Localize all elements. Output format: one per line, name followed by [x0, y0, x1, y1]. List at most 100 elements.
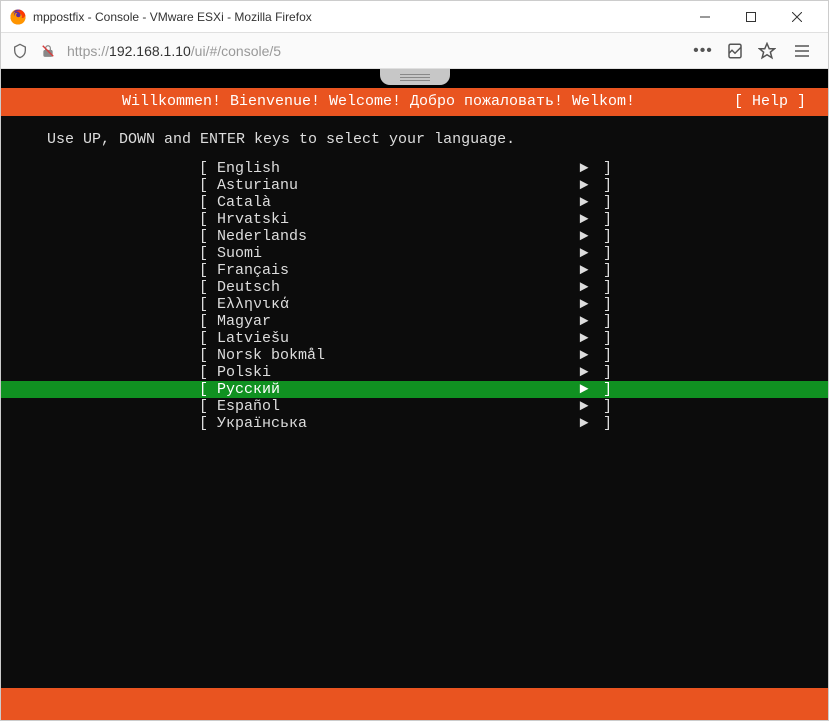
- bracket-right: ]: [594, 416, 612, 432]
- language-option[interactable]: [Українська►]: [1, 415, 828, 432]
- bracket-right: ]: [594, 314, 612, 330]
- bracket-right: ]: [594, 365, 612, 381]
- submenu-arrow-icon: ►: [574, 399, 594, 415]
- submenu-arrow-icon: ►: [574, 229, 594, 245]
- lock-icon[interactable]: [39, 42, 57, 60]
- language-name: Asturianu: [217, 178, 574, 194]
- language-name: English: [217, 161, 574, 177]
- console-viewport[interactable]: Willkommen! Bienvenue! Welcome! Добро по…: [1, 69, 828, 720]
- bracket-left: [: [199, 314, 217, 330]
- bracket-left: [: [199, 229, 217, 245]
- language-option[interactable]: [Hrvatski►]: [1, 211, 828, 228]
- language-name: Українська: [217, 416, 574, 432]
- language-option[interactable]: [Magyar►]: [1, 313, 828, 330]
- menu-button[interactable]: [786, 35, 818, 67]
- bracket-left: [: [199, 212, 217, 228]
- language-option[interactable]: [Русский►]: [1, 381, 828, 398]
- address-bar-actions: •••: [694, 42, 776, 60]
- language-option[interactable]: [Català►]: [1, 194, 828, 211]
- language-name: Ελληνικά: [217, 297, 574, 313]
- submenu-arrow-icon: ►: [574, 212, 594, 228]
- terminal: Willkommen! Bienvenue! Welcome! Добро по…: [1, 69, 828, 720]
- bookmark-star-icon[interactable]: [758, 42, 776, 60]
- language-option[interactable]: [Polski►]: [1, 364, 828, 381]
- language-option[interactable]: [Latviešu►]: [1, 330, 828, 347]
- bracket-left: [: [199, 246, 217, 262]
- welcome-bar: Willkommen! Bienvenue! Welcome! Добро по…: [1, 88, 828, 116]
- bracket-right: ]: [594, 382, 612, 398]
- language-option[interactable]: [Español►]: [1, 398, 828, 415]
- language-name: Français: [217, 263, 574, 279]
- language-option[interactable]: [Ελληνικά►]: [1, 296, 828, 313]
- window-title: mppostfix - Console - VMware ESXi - Mozi…: [33, 10, 682, 24]
- bracket-right: ]: [594, 280, 612, 296]
- submenu-arrow-icon: ►: [574, 331, 594, 347]
- submenu-arrow-icon: ►: [574, 161, 594, 177]
- bracket-right: ]: [594, 161, 612, 177]
- minimize-button[interactable]: [682, 2, 728, 32]
- bracket-left: [: [199, 399, 217, 415]
- bracket-right: ]: [594, 348, 612, 364]
- submenu-arrow-icon: ►: [574, 178, 594, 194]
- tracking-protection-icon[interactable]: [11, 42, 29, 60]
- firefox-icon: [9, 8, 27, 26]
- bracket-left: [: [199, 195, 217, 211]
- url-prefix: https://: [67, 43, 109, 59]
- language-option[interactable]: [English►]: [1, 160, 828, 177]
- language-option[interactable]: [Nederlands►]: [1, 228, 828, 245]
- submenu-arrow-icon: ►: [574, 246, 594, 262]
- submenu-arrow-icon: ►: [574, 348, 594, 364]
- bracket-left: [: [199, 280, 217, 296]
- bracket-right: ]: [594, 212, 612, 228]
- language-name: Hrvatski: [217, 212, 574, 228]
- titlebar: mppostfix - Console - VMware ESXi - Mozi…: [1, 1, 828, 33]
- url-path: /ui/#/console/5: [191, 43, 281, 59]
- language-name: Latviešu: [217, 331, 574, 347]
- language-name: Magyar: [217, 314, 574, 330]
- bracket-right: ]: [594, 229, 612, 245]
- language-name: Polski: [217, 365, 574, 381]
- bracket-left: [: [199, 297, 217, 313]
- submenu-arrow-icon: ►: [574, 314, 594, 330]
- bracket-right: ]: [594, 331, 612, 347]
- language-name: Русский: [217, 382, 574, 398]
- reader-icon[interactable]: [726, 42, 744, 60]
- language-name: Suomi: [217, 246, 574, 262]
- bracket-right: ]: [594, 195, 612, 211]
- submenu-arrow-icon: ►: [574, 195, 594, 211]
- terminal-spacer: [1, 432, 828, 688]
- language-name: Español: [217, 399, 574, 415]
- maximize-button[interactable]: [728, 2, 774, 32]
- submenu-arrow-icon: ►: [574, 416, 594, 432]
- language-option[interactable]: [Français►]: [1, 262, 828, 279]
- bracket-right: ]: [594, 399, 612, 415]
- close-button[interactable]: [774, 2, 820, 32]
- bracket-left: [: [199, 263, 217, 279]
- more-icon[interactable]: •••: [694, 42, 712, 60]
- language-option[interactable]: [Norsk bokmål►]: [1, 347, 828, 364]
- welcome-text: Willkommen! Bienvenue! Welcome! Добро по…: [23, 94, 734, 110]
- language-list: [English►][Asturianu►][Català►][Hrvatski…: [1, 160, 828, 432]
- help-button[interactable]: [ Help ]: [734, 94, 806, 110]
- address-bar: https://192.168.1.10/ui/#/console/5 •••: [1, 33, 828, 69]
- language-option[interactable]: [Asturianu►]: [1, 177, 828, 194]
- bracket-left: [: [199, 161, 217, 177]
- bracket-right: ]: [594, 263, 612, 279]
- url-host: 192.168.1.10: [109, 43, 191, 59]
- url-input[interactable]: https://192.168.1.10/ui/#/console/5: [67, 43, 684, 59]
- bracket-left: [: [199, 331, 217, 347]
- bracket-right: ]: [594, 297, 612, 313]
- language-option[interactable]: [Deutsch►]: [1, 279, 828, 296]
- language-name: Norsk bokmål: [217, 348, 574, 364]
- instruction-text: Use UP, DOWN and ENTER keys to select yo…: [1, 116, 828, 160]
- bracket-left: [: [199, 382, 217, 398]
- firefox-window: mppostfix - Console - VMware ESXi - Mozi…: [0, 0, 829, 721]
- vmware-pulldown-tab[interactable]: [380, 69, 450, 85]
- bottom-bar: [1, 688, 828, 720]
- submenu-arrow-icon: ►: [574, 297, 594, 313]
- bracket-right: ]: [594, 178, 612, 194]
- bracket-right: ]: [594, 246, 612, 262]
- language-option[interactable]: [Suomi►]: [1, 245, 828, 262]
- language-name: Nederlands: [217, 229, 574, 245]
- bracket-left: [: [199, 365, 217, 381]
